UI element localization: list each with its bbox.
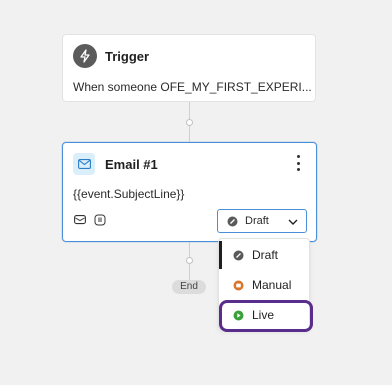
chevron-down-icon [288, 219, 298, 225]
email-title: Email #1 [105, 157, 158, 172]
status-select-value: Draft [245, 215, 269, 227]
status-dropdown: Draft Manual Live [218, 238, 310, 330]
status-option-live[interactable]: Live [219, 301, 309, 329]
email-card[interactable]: Email #1 {{event.SubjectLine}} Draft [62, 142, 317, 242]
live-status-icon [233, 310, 244, 320]
end-node: End [172, 280, 206, 294]
manual-status-icon [233, 280, 244, 290]
draft-status-icon [227, 216, 238, 226]
status-option-label: Live [252, 308, 275, 322]
trigger-description: When someone OFE_MY_FIRST_EXPERI... [73, 80, 312, 94]
message-icon[interactable] [73, 213, 87, 227]
status-option-label: Manual [252, 278, 292, 292]
status-option-draft[interactable]: Draft [219, 241, 309, 269]
connector-node-bottom[interactable] [186, 257, 193, 264]
email-subject: {{event.SubjectLine}} [73, 187, 185, 201]
status-option-manual[interactable]: Manual [219, 271, 309, 299]
kebab-menu-icon[interactable] [292, 155, 304, 171]
envelope-icon [73, 153, 95, 175]
trigger-card[interactable]: Trigger When someone OFE_MY_FIRST_EXPERI… [62, 34, 316, 102]
lightning-icon [73, 44, 97, 68]
trigger-title: Trigger [105, 49, 150, 64]
connector-node-top[interactable] [186, 119, 193, 126]
draft-status-icon [233, 250, 244, 260]
status-option-label: Draft [252, 248, 279, 262]
attachment-icon[interactable] [93, 213, 107, 227]
status-select[interactable]: Draft [217, 209, 307, 233]
